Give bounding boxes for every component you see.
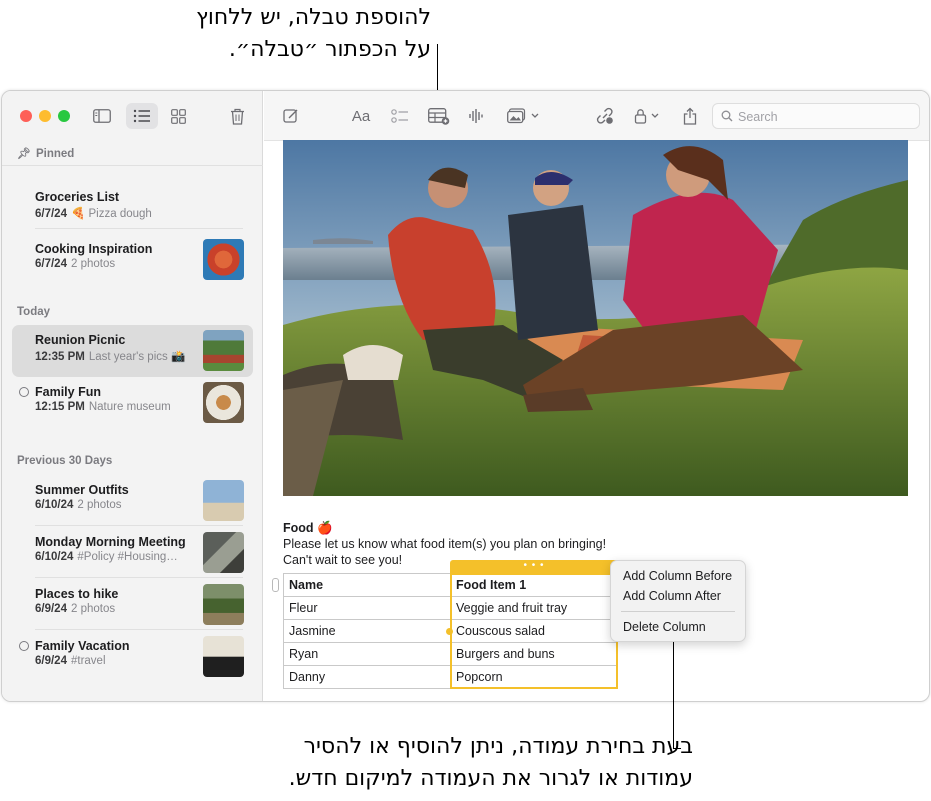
trash-icon[interactable]	[221, 103, 253, 129]
table-row: Danny Popcorn	[283, 665, 618, 689]
search-placeholder: Search	[738, 110, 778, 124]
table-cell[interactable]: Popcorn	[450, 665, 618, 689]
table-row: Ryan Burgers and buns	[283, 642, 618, 666]
callout-line: על הכפתור ״טבלה״.	[228, 37, 431, 62]
note-summer-outfits[interactable]: Summer Outfits 6/10/24 2 photos	[12, 475, 253, 527]
sidebar: 📌︎ Pinned Groceries List 6/7/24 🍕 Pizza do…	[2, 91, 263, 701]
note-monday-morning-meeting[interactable]: Monday Morning Meeting 6/10/24 #Policy #H…	[12, 527, 253, 579]
table-icon[interactable]	[427, 105, 451, 127]
list-view-icon[interactable]	[126, 103, 158, 129]
note-meta: 6/10/24 2 photos	[35, 499, 122, 511]
divider	[35, 577, 243, 578]
format-button[interactable]: Aa	[348, 105, 374, 127]
table-cell[interactable]: Ryan	[283, 642, 451, 666]
section-pinned: 📌︎ Pinned	[17, 148, 75, 160]
divider	[2, 165, 263, 166]
hike-thumbnail	[203, 584, 244, 625]
column-drag-handle[interactable]: • • •	[450, 560, 618, 573]
pin-icon: 📌︎	[17, 148, 31, 160]
zoom-window-button[interactable]	[58, 110, 70, 122]
audio-waveform-icon[interactable]	[465, 105, 487, 127]
note-groceries-list[interactable]: Groceries List 6/7/24 🍕 Pizza dough	[12, 182, 253, 234]
close-window-button[interactable]	[20, 110, 32, 122]
note-title: Groceries List	[35, 190, 120, 204]
table-cell[interactable]: Veggie and fruit tray	[450, 596, 618, 620]
section-previous-30-days: Previous 30 Days	[17, 455, 113, 467]
note-heading[interactable]: Food 🍎	[283, 521, 333, 536]
note-places-to-hike[interactable]: Places to hike 6/9/24 2 photos	[12, 579, 253, 631]
gallery-view-icon[interactable]	[162, 103, 194, 129]
callout-line: להוספת טבלה, יש ללחוץ	[196, 5, 431, 30]
callout-line: עמודות או לגרור את העמודה למיקום חדש.	[288, 766, 693, 791]
lock-menu-icon[interactable]	[633, 105, 665, 127]
table-header-cell[interactable]: Name	[283, 573, 451, 597]
menu-add-column-before[interactable]: Add Column Before	[623, 569, 732, 583]
note-meta: 6/7/24 2 photos	[35, 258, 116, 270]
table-cell[interactable]: Fleur	[283, 596, 451, 620]
menu-delete-column[interactable]: Delete Column	[623, 620, 706, 634]
menu-separator	[621, 611, 735, 612]
table-header-cell[interactable]: Food Item 1	[450, 573, 618, 597]
note-title: Summer Outfits	[35, 483, 129, 497]
sidebar-toggle-icon[interactable]	[86, 103, 118, 129]
food-plate-thumbnail	[203, 382, 244, 423]
note-reunion-picnic[interactable]: Reunion Picnic 12:35 PM Last year's pics …	[12, 325, 253, 377]
pizza-thumbnail	[203, 239, 244, 280]
toolbar: Aa Search	[264, 91, 929, 141]
table-cell[interactable]: Danny	[283, 665, 451, 689]
note-title: Monday Morning Meeting	[35, 535, 186, 549]
minimize-window-button[interactable]	[39, 110, 51, 122]
note-meta: 6/10/24 #Policy #Housing…	[35, 551, 178, 563]
divider	[35, 228, 243, 229]
note-body-line[interactable]: Please let us know what food item(s) you…	[283, 537, 606, 551]
note-meta: 6/7/24 🍕 Pizza dough	[35, 208, 152, 220]
meeting-thumbnail	[203, 532, 244, 573]
share-icon[interactable]	[680, 105, 700, 127]
row-drag-handle[interactable]	[272, 578, 279, 592]
callout-line: בעת בחירת עמודה, ניתן להוסיף או להסיר	[303, 734, 693, 759]
table-cell[interactable]: Jasmine	[283, 619, 451, 643]
note-family-fun[interactable]: Family Fun 12:15 PM Nature museum	[12, 377, 253, 429]
table-cell[interactable]: Couscous salad	[450, 619, 618, 643]
column-context-menu: Add Column Before Add Column After Delet…	[610, 560, 746, 642]
note-meta: 6/9/24 #travel	[35, 655, 106, 667]
vacation-thumbnail	[203, 636, 244, 677]
table-row: Fleur Veggie and fruit tray	[283, 596, 618, 620]
table-cell[interactable]: Burgers and buns	[450, 642, 618, 666]
menu-add-column-after[interactable]: Add Column After	[623, 589, 721, 603]
note-meta: 12:15 PM Nature museum	[35, 401, 171, 413]
divider	[35, 629, 243, 630]
note-title: Reunion Picnic	[35, 333, 126, 347]
callout-table-button: להוספת טבלה, יש ללחוץ על הכפתור ״טבלה״.	[196, 2, 431, 66]
note-cooking-inspiration[interactable]: Cooking Inspiration 6/7/24 2 photos	[12, 234, 253, 286]
column-insert-dot[interactable]	[446, 628, 453, 635]
checklist-icon[interactable]	[389, 105, 411, 127]
shared-person-icon	[19, 387, 29, 397]
picnic-photo	[283, 140, 908, 496]
callout-column-actions: בעת בחירת עמודה, ניתן להוסיף או להסיר עמ…	[289, 731, 693, 795]
note-title: Family Vacation	[35, 639, 130, 653]
note-title: Places to hike	[35, 587, 119, 601]
table-header-row: Name Food Item 1	[283, 573, 618, 597]
search-icon	[721, 110, 733, 122]
section-today: Today	[17, 306, 51, 318]
note-meta: 6/9/24 2 photos	[35, 603, 116, 615]
search-field[interactable]: Search	[712, 103, 920, 129]
note-title: Cooking Inspiration	[35, 242, 153, 256]
divider	[35, 525, 243, 526]
picnic-thumbnail	[203, 330, 244, 371]
collaborate-link-icon[interactable]	[594, 105, 616, 127]
note-title: Family Fun	[35, 385, 101, 399]
media-menu-icon[interactable]	[506, 105, 542, 127]
note-body-line[interactable]: Can't wait to see you!	[283, 553, 402, 567]
shared-person-icon	[19, 641, 29, 651]
note-meta: 12:35 PM Last year's pics 📸	[35, 351, 186, 363]
outfit-thumbnail	[203, 480, 244, 521]
note-family-vacation[interactable]: Family Vacation 6/9/24 #travel	[12, 631, 253, 683]
compose-icon[interactable]	[280, 105, 302, 127]
